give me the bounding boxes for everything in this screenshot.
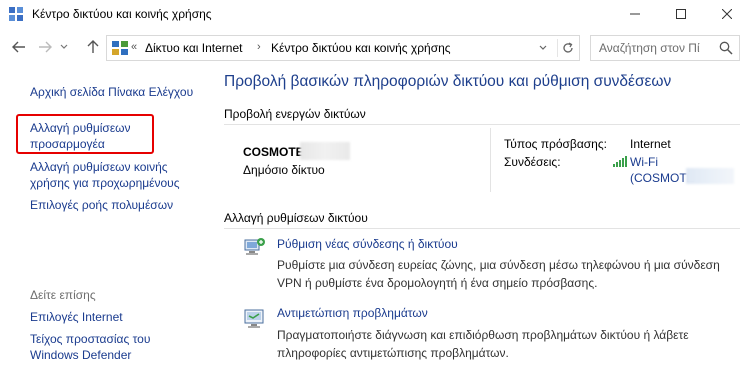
active-networks-heading: Προβολή ενεργών δικτύων (224, 107, 366, 121)
address-overflow-chevron[interactable]: « (131, 41, 137, 53)
see-also-heading: Δείτε επίσης (30, 288, 96, 302)
setup-new-connection-link[interactable]: Ρύθμιση νέας σύνδεσης ή δικτύου (277, 237, 458, 251)
control-panel-home-link[interactable]: Αρχική σελίδα Πίνακα Ελέγχου (30, 84, 193, 100)
change-settings-heading: Αλλαγή ρυθμίσεων δικτύου (224, 211, 368, 225)
change-adapter-settings-link-line2[interactable]: προσαρμογέα (30, 136, 105, 152)
window-title: Κέντρο δικτύου και κοινής χρήσης (32, 7, 212, 21)
minimize-button[interactable] (612, 0, 658, 28)
breadcrumb-network-internet[interactable]: Δίκτυο και Internet (145, 41, 242, 55)
internet-options-link[interactable]: Επιλογές Internet (30, 309, 123, 325)
back-button[interactable] (10, 38, 28, 56)
control-panel-icon (112, 41, 128, 55)
troubleshoot-desc-line1: Πραγματοποιήστε διάγνωση και επιδιόρθωση… (277, 328, 689, 342)
windows-defender-firewall-link[interactable]: Τείχος προστασίας του (30, 331, 150, 347)
title-bar: Κέντρο δικτύου και κοινής χρήσης (0, 0, 750, 28)
close-button[interactable] (704, 0, 750, 28)
breadcrumb-network-sharing-center[interactable]: Κέντρο δικτύου και κοινής χρήσης (271, 41, 451, 55)
section-divider-2 (224, 228, 740, 229)
address-bar[interactable]: « Δίκτυο και Internet › Κέντρο δικτύου κ… (106, 35, 580, 61)
breadcrumb-separator[interactable]: › (257, 41, 261, 53)
maximize-button[interactable] (658, 0, 704, 28)
setup-new-connection-desc-line2: VPN ή ρυθμίστε ένα δρομολογητή ή ένα σημ… (277, 276, 598, 290)
wifi-signal-icon (613, 155, 627, 167)
network-name: COSMOTE (243, 145, 304, 159)
setup-new-connection-desc-line1: Ρυθμίστε μια σύνδεση ευρείας ζώνης, μια … (277, 258, 720, 272)
address-dropdown-button[interactable] (535, 39, 551, 57)
advanced-sharing-settings-link[interactable]: Αλλαγή ρυθμίσεων κοινής (30, 159, 168, 175)
troubleshoot-desc-line2: πληροφορίες αντιμετώπισης προβλημάτων. (277, 346, 509, 360)
forward-button[interactable] (36, 38, 54, 56)
troubleshoot-icon (243, 307, 267, 329)
change-adapter-settings-link[interactable]: Αλλαγή ρυθμίσεων (30, 120, 131, 136)
access-type-label: Τύπος πρόσβασης: (504, 137, 607, 151)
navigation-bar: « Δίκτυο και Internet › Κέντρο δικτύου κ… (0, 30, 750, 64)
section-divider (224, 124, 740, 125)
connections-label: Συνδέσεις: (504, 155, 561, 169)
search-input[interactable]: Αναζήτηση στον Πί (590, 35, 740, 61)
vertical-divider (490, 128, 491, 192)
network-center-icon (8, 6, 24, 22)
media-streaming-options-link[interactable]: Επιλογές ροής πολυμέσων (30, 197, 173, 213)
advanced-sharing-settings-link-line2[interactable]: χρήσης για προχωρημένους (30, 175, 180, 191)
up-button[interactable] (84, 38, 102, 56)
windows-defender-firewall-link-line2[interactable]: Windows Defender (30, 347, 131, 363)
search-icon[interactable] (719, 41, 733, 55)
access-type-value: Internet (630, 137, 671, 151)
troubleshoot-problems-link[interactable]: Αντιμετώπιση προβλημάτων (277, 306, 428, 320)
search-placeholder: Αναζήτηση στον Πί (599, 41, 700, 55)
redacted-ssid-2 (686, 168, 734, 184)
wifi-connection-link-line2[interactable]: (COSMOTE (630, 171, 695, 185)
refresh-icon[interactable] (557, 39, 577, 57)
wifi-connection-link[interactable]: Wi-Fi (630, 155, 658, 169)
network-category-link[interactable]: Δημόσιο δίκτυο (243, 163, 325, 177)
page-title: Προβολή βασικών πληροφοριών δικτύου και … (224, 73, 672, 90)
new-connection-icon (243, 236, 267, 258)
redacted-ssid (300, 142, 350, 160)
recent-locations-button[interactable] (58, 38, 70, 56)
